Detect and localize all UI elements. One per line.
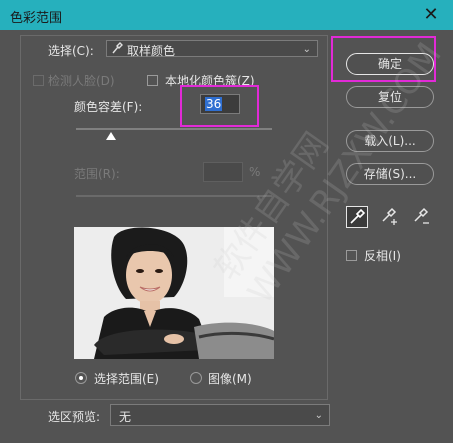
eyedropper-minus-icon[interactable] — [412, 206, 434, 228]
chevron-down-icon: ⌄ — [314, 410, 323, 421]
invert-label: 反相(I) — [364, 249, 401, 263]
range-label: 范围(R): — [74, 167, 120, 181]
eyedropper-icon[interactable] — [346, 206, 368, 228]
invert-checkbox[interactable] — [346, 250, 357, 261]
detect-faces-checkbox — [33, 75, 44, 86]
image-radio[interactable] — [190, 372, 202, 384]
eyedropper-icon — [111, 41, 123, 58]
chevron-down-icon: ⌄ — [302, 44, 311, 55]
fuzziness-label: 颜色容差(F): — [74, 100, 143, 114]
image-radio-label: 图像(M) — [208, 372, 252, 386]
eyedropper-plus-icon[interactable] — [380, 206, 402, 228]
select-dropdown[interactable]: 取样颜色 ⌄ — [106, 40, 318, 58]
selection-radio[interactable] — [75, 372, 87, 384]
selection-radio-label: 选择范围(E) — [94, 372, 159, 386]
fuzziness-slider-thumb[interactable] — [106, 132, 117, 140]
select-label: 选择(C): — [48, 44, 94, 58]
selection-preview-dropdown[interactable]: 无 ⌄ — [110, 404, 330, 426]
range-slider-track — [76, 195, 272, 197]
localized-clusters-checkbox[interactable] — [147, 75, 158, 86]
selection-preview-label: 选区预览: — [48, 410, 101, 424]
fuzziness-slider-track — [76, 128, 272, 130]
fuzziness-highlight — [180, 85, 259, 127]
detect-faces-label: 检测人脸(D) — [48, 74, 115, 88]
selection-preview-value: 无 — [119, 410, 132, 424]
select-value: 取样颜色 — [127, 44, 176, 58]
range-input — [203, 162, 243, 182]
close-icon[interactable]: ✕ — [418, 4, 444, 26]
window-title: 色彩范围 — [10, 11, 63, 26]
